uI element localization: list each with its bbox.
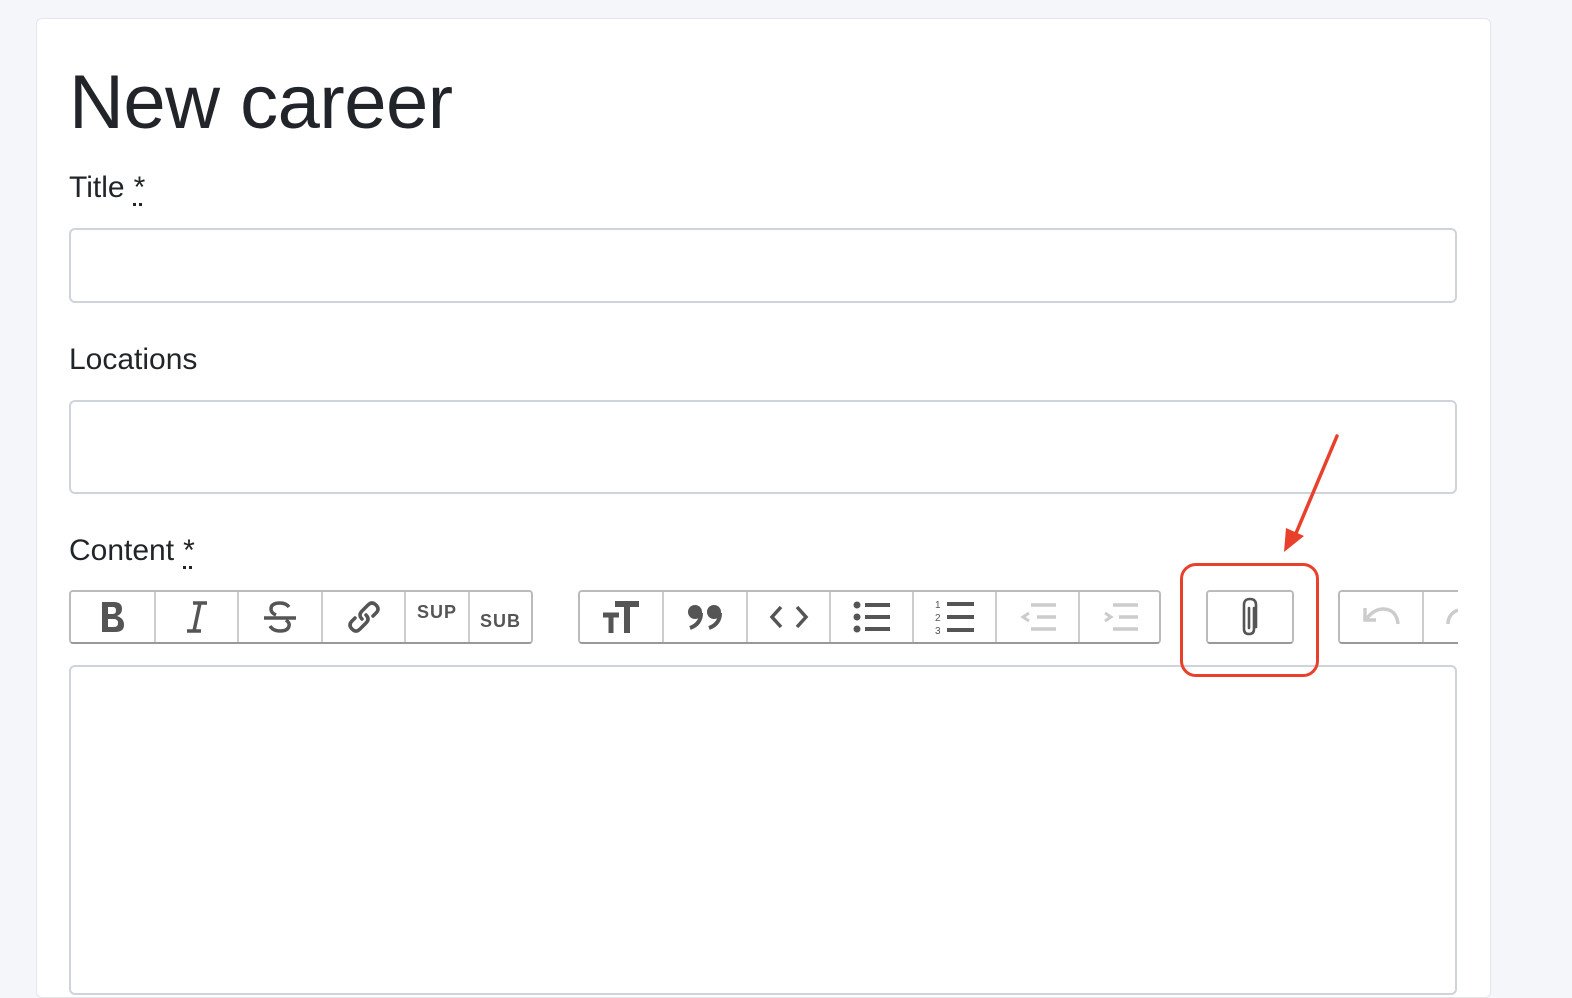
bullet-list-button[interactable] bbox=[831, 592, 914, 642]
subscript-button[interactable]: SUB bbox=[470, 592, 531, 642]
strike-icon bbox=[264, 601, 296, 633]
block-tools-group: 1 2 3 bbox=[578, 590, 1161, 644]
code-icon bbox=[769, 605, 808, 629]
svg-text:3: 3 bbox=[935, 626, 941, 635]
annotation-highlight-box bbox=[1180, 563, 1319, 677]
title-label: Title * bbox=[69, 170, 145, 206]
sub-label: SUB bbox=[479, 611, 521, 631]
content-editor[interactable] bbox=[69, 665, 1457, 995]
heading-icon bbox=[603, 601, 639, 633]
locations-input[interactable] bbox=[69, 400, 1457, 494]
undo-button[interactable] bbox=[1340, 592, 1424, 642]
decrease-indent-button[interactable] bbox=[997, 592, 1080, 642]
title-input[interactable] bbox=[69, 228, 1457, 303]
content-label-text: Content bbox=[69, 534, 175, 567]
sup-label: SUP bbox=[416, 602, 457, 622]
required-marker: * bbox=[133, 171, 146, 204]
number-list-icon: 1 2 3 bbox=[935, 600, 974, 635]
quote-button[interactable] bbox=[664, 592, 748, 642]
strike-button[interactable] bbox=[239, 592, 323, 642]
increase-indent-button[interactable] bbox=[1080, 592, 1159, 642]
svg-text:2: 2 bbox=[935, 613, 941, 624]
required-marker: * bbox=[183, 534, 195, 567]
code-button[interactable] bbox=[748, 592, 831, 642]
heading-button[interactable] bbox=[580, 592, 664, 642]
bold-button[interactable] bbox=[71, 592, 156, 642]
redo-button[interactable] bbox=[1424, 592, 1458, 642]
italic-button[interactable] bbox=[156, 592, 239, 642]
number-list-button[interactable]: 1 2 3 bbox=[914, 592, 997, 642]
redo-icon bbox=[1446, 608, 1458, 625]
svg-text:1: 1 bbox=[935, 600, 941, 611]
history-tools-group bbox=[1338, 590, 1458, 644]
increase-indent-icon bbox=[1103, 603, 1138, 631]
link-icon bbox=[347, 601, 380, 633]
annotation-arrow-icon bbox=[1284, 434, 1339, 552]
decrease-indent-icon bbox=[1019, 603, 1056, 631]
content-label: Content * bbox=[69, 533, 195, 569]
bullet-list-icon bbox=[853, 601, 890, 633]
locations-label: Locations bbox=[69, 343, 198, 376]
italic-icon bbox=[186, 601, 207, 633]
text-tools-group: SUP SUB bbox=[69, 590, 533, 644]
page-title: New career bbox=[69, 60, 453, 145]
quote-icon bbox=[688, 605, 722, 630]
superscript-button[interactable]: SUP bbox=[406, 592, 470, 642]
undo-icon bbox=[1363, 607, 1400, 625]
title-label-text: Title bbox=[69, 171, 125, 204]
link-button[interactable] bbox=[323, 592, 406, 642]
bold-icon bbox=[101, 602, 124, 632]
